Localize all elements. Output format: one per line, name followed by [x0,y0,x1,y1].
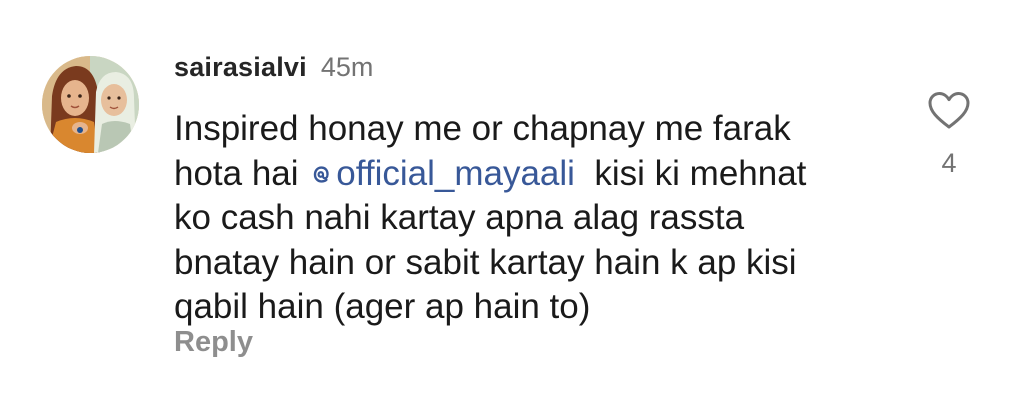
comment-line-3: ko cash nahi kartay apna alag rassta [174,198,745,237]
comment-line-2-prefix: hota hai [174,153,309,193]
comment-line-2-rest: kisi ki mehnat [594,153,807,193]
mention-text: official_mayaali [336,153,575,193]
avatar[interactable] [42,56,139,153]
threads-at-icon [314,165,329,183]
comment-line-2: hota hai official_mayaali kisi ki mehnat [174,152,894,197]
username[interactable]: sairasialvi [174,52,307,83]
like-section: 4 [922,90,976,179]
comment-text: Inspired honay me or chapnay me farak ho… [174,107,894,330]
comment-line-1: Inspired honay me or chapnay me farak [174,109,791,148]
avatar-illustration-icon [42,56,139,153]
comment-line-4: bnatay hain or sabit kartay hain k ap ki… [174,242,797,282]
like-count: 4 [941,148,957,178]
mention-link[interactable]: official_mayaali [308,154,575,193]
comment-header: sairasialvi 45m [174,52,373,90]
comment-line-5: qabil hain (ager ap hain to) [174,287,591,326]
reply-button[interactable]: Reply [174,326,253,359]
timestamp: 45m [320,52,374,82]
heart-outline-icon[interactable] [927,90,971,130]
comment-item: sairasialvi 45m Inspired honay me or cha… [0,0,1024,396]
